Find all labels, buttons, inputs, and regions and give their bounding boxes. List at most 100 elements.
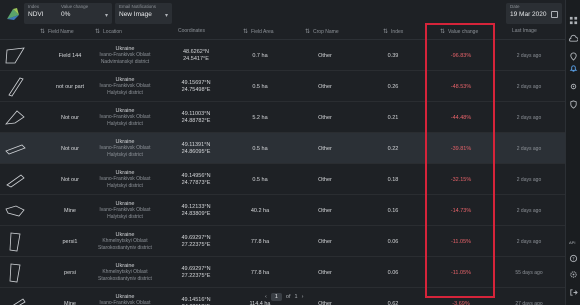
column-header-label: Coordinates: [178, 28, 205, 34]
field-location: Ukraine Ivano-Frankivsk Oblast Halytskyi…: [90, 133, 160, 164]
crop-name: Other: [318, 300, 332, 305]
last-image: 2 days ago: [516, 52, 542, 59]
table-row[interactable]: Mine Ukraine Ivano-Frankivsk Oblast Haly…: [0, 195, 565, 226]
notification-bell-icon[interactable]: [569, 64, 578, 73]
value-change-select[interactable]: Value change 0% ▾: [57, 3, 112, 24]
value-change: -96.83%: [450, 52, 472, 59]
chevron-down-icon: ▾: [104, 13, 108, 19]
field-location: Ukraine Ivano-Frankivsk Oblast Halytskyi…: [90, 102, 160, 133]
location-pin-icon[interactable]: [569, 52, 578, 61]
table-row[interactable]: persi1 Ukraine Khmelnytskyi Oblast Staro…: [0, 226, 565, 257]
column-header-last-image[interactable]: Last Image: [512, 28, 537, 34]
column-header-label: Index: [391, 29, 404, 35]
column-header-field-name[interactable]: ⇅ Field Name: [40, 28, 74, 35]
coordinate-lon: 24.83809°E: [181, 210, 211, 217]
last-image: 2 days ago: [516, 145, 542, 152]
coordinate-lon: 27.22375°E: [181, 272, 211, 279]
right-sidebar: API ?: [565, 0, 580, 305]
crop-name: Other: [318, 145, 332, 152]
table-row[interactable]: Not our Ukraine Ivano-Frankivsk Oblast H…: [0, 133, 565, 164]
table-row[interactable]: not our part Ukraine Ivano-Frankivsk Obl…: [0, 71, 565, 102]
grid-icon[interactable]: [569, 16, 578, 25]
table-row[interactable]: persi Ukraine Khmelnytskyi Oblast Starok…: [0, 257, 565, 288]
table-row[interactable]: Not our Ukraine Ivano-Frankivsk Oblast H…: [0, 102, 565, 133]
index-value: 0.16: [387, 207, 399, 214]
coordinate-lon: 24.77873°E: [181, 179, 211, 186]
field-area: 0.5 ha: [252, 145, 268, 152]
calendar-icon[interactable]: [551, 11, 558, 18]
field-shape-icon: [9, 263, 21, 283]
last-image: 2 days ago: [516, 176, 542, 183]
value-change-select-value: 0%: [61, 11, 71, 18]
location-district: Halytskyi district: [107, 151, 143, 158]
index-value: 0.22: [387, 145, 399, 152]
shield-icon[interactable]: [569, 100, 578, 109]
crop-name: Other: [318, 114, 332, 121]
cloud-icon[interactable]: [569, 34, 578, 43]
location-district: Halytskyi district: [107, 213, 143, 220]
field-shape-icon: [5, 47, 25, 64]
field-shape-icon: [5, 205, 25, 217]
logout-icon[interactable]: [569, 288, 578, 297]
location-district: Starokostiantyniv district: [98, 275, 152, 282]
field-shape-icon: [8, 77, 24, 97]
field-location: Ukraine Khmelnytskyi Oblast Starokostian…: [90, 257, 160, 288]
field-location: Ukraine Ivano-Frankivsk Oblast Nadvirnia…: [90, 40, 160, 71]
table-row[interactable]: Not our Ukraine Ivano-Frankivsk Oblast H…: [0, 164, 565, 195]
last-image: 2 days ago: [516, 83, 542, 90]
last-image: 2 days ago: [516, 114, 542, 121]
email-notifications-select[interactable]: Email Notifications New Image ▾: [115, 3, 172, 24]
column-header-coordinates[interactable]: Coordinates: [178, 28, 205, 34]
next-page-icon[interactable]: ›: [302, 294, 304, 300]
coordinate-lon: 27.22375°E: [181, 241, 211, 248]
location-district: Halytskyi district: [107, 182, 143, 189]
table-row[interactable]: Field 144 Ukraine Ivano-Frankivsk Oblast…: [0, 40, 565, 71]
sort-arrows-icon: ⇅: [440, 29, 446, 35]
settings-icon[interactable]: [569, 82, 578, 91]
column-header-value-change[interactable]: ⇅ Value change: [440, 28, 478, 35]
value-change: -32.15%: [450, 176, 472, 183]
crop-name: Other: [318, 83, 332, 90]
field-shape-icon: [12, 298, 26, 305]
field-area: 77.8 ha: [250, 238, 270, 245]
sort-arrows-icon: ⇅: [40, 29, 46, 35]
field-area: 0.5 ha: [252, 176, 268, 183]
coordinate-lon: 24.88782°E: [181, 117, 211, 124]
index-value: 0.06: [387, 238, 399, 245]
prev-page-icon[interactable]: ‹: [265, 294, 267, 300]
date-picker[interactable]: Date 19 Mar 2020: [506, 3, 562, 24]
field-area: 77.8 ha: [250, 269, 270, 276]
current-page[interactable]: 1: [270, 293, 282, 301]
column-header-index[interactable]: ⇅ Index: [383, 28, 403, 35]
fields-table: ⇅ Field Name ⇅ Location Coordinates ⇅ Field…: [0, 24, 565, 305]
help-icon[interactable]: ?: [569, 254, 578, 263]
field-coordinates: 49.12133°N 24.83809°E: [172, 195, 220, 226]
sort-arrows-icon: ⇅: [383, 29, 389, 35]
column-header-location[interactable]: ⇅ Location: [95, 28, 122, 35]
field-location: Ukraine Ivano-Frankivsk Oblast Halytskyi…: [90, 164, 160, 195]
column-header-crop-name[interactable]: ⇅ Crop Name: [305, 28, 339, 35]
email-notifications-value: New Image: [119, 11, 152, 18]
column-header-label: Field Name: [48, 29, 74, 35]
field-coordinates: 49.14516°N 24.83112°E: [172, 288, 220, 305]
location-district: Starokostiantyniv district: [98, 244, 152, 251]
field-coordinates: 49.11003°N 24.88782°E: [172, 102, 220, 133]
field-area: 0.5 ha: [252, 83, 268, 90]
value-change: -11.05%: [450, 269, 472, 276]
index-value: 0.62: [387, 300, 399, 305]
crop-name: Other: [318, 238, 332, 245]
api-label[interactable]: API: [569, 240, 578, 249]
crop-name: Other: [318, 52, 332, 59]
field-shape-icon: [6, 174, 25, 188]
crop-name: Other: [318, 269, 332, 276]
value-change: -39.81%: [450, 145, 472, 152]
coordinate-lon: 24.5417°E: [183, 55, 209, 62]
settings-gear-icon[interactable]: [569, 270, 578, 279]
field-area: 5.2 ha: [252, 114, 268, 121]
field-shape-icon: [5, 110, 25, 125]
column-header-field-area[interactable]: ⇅ Field Area: [243, 28, 274, 35]
field-shape-icon: [9, 232, 21, 252]
app-logo-icon[interactable]: [5, 6, 21, 22]
location-region: Ivano-Frankivsk Oblast: [99, 300, 151, 305]
field-coordinates: 49.69297°N 27.22375°E: [172, 257, 220, 288]
